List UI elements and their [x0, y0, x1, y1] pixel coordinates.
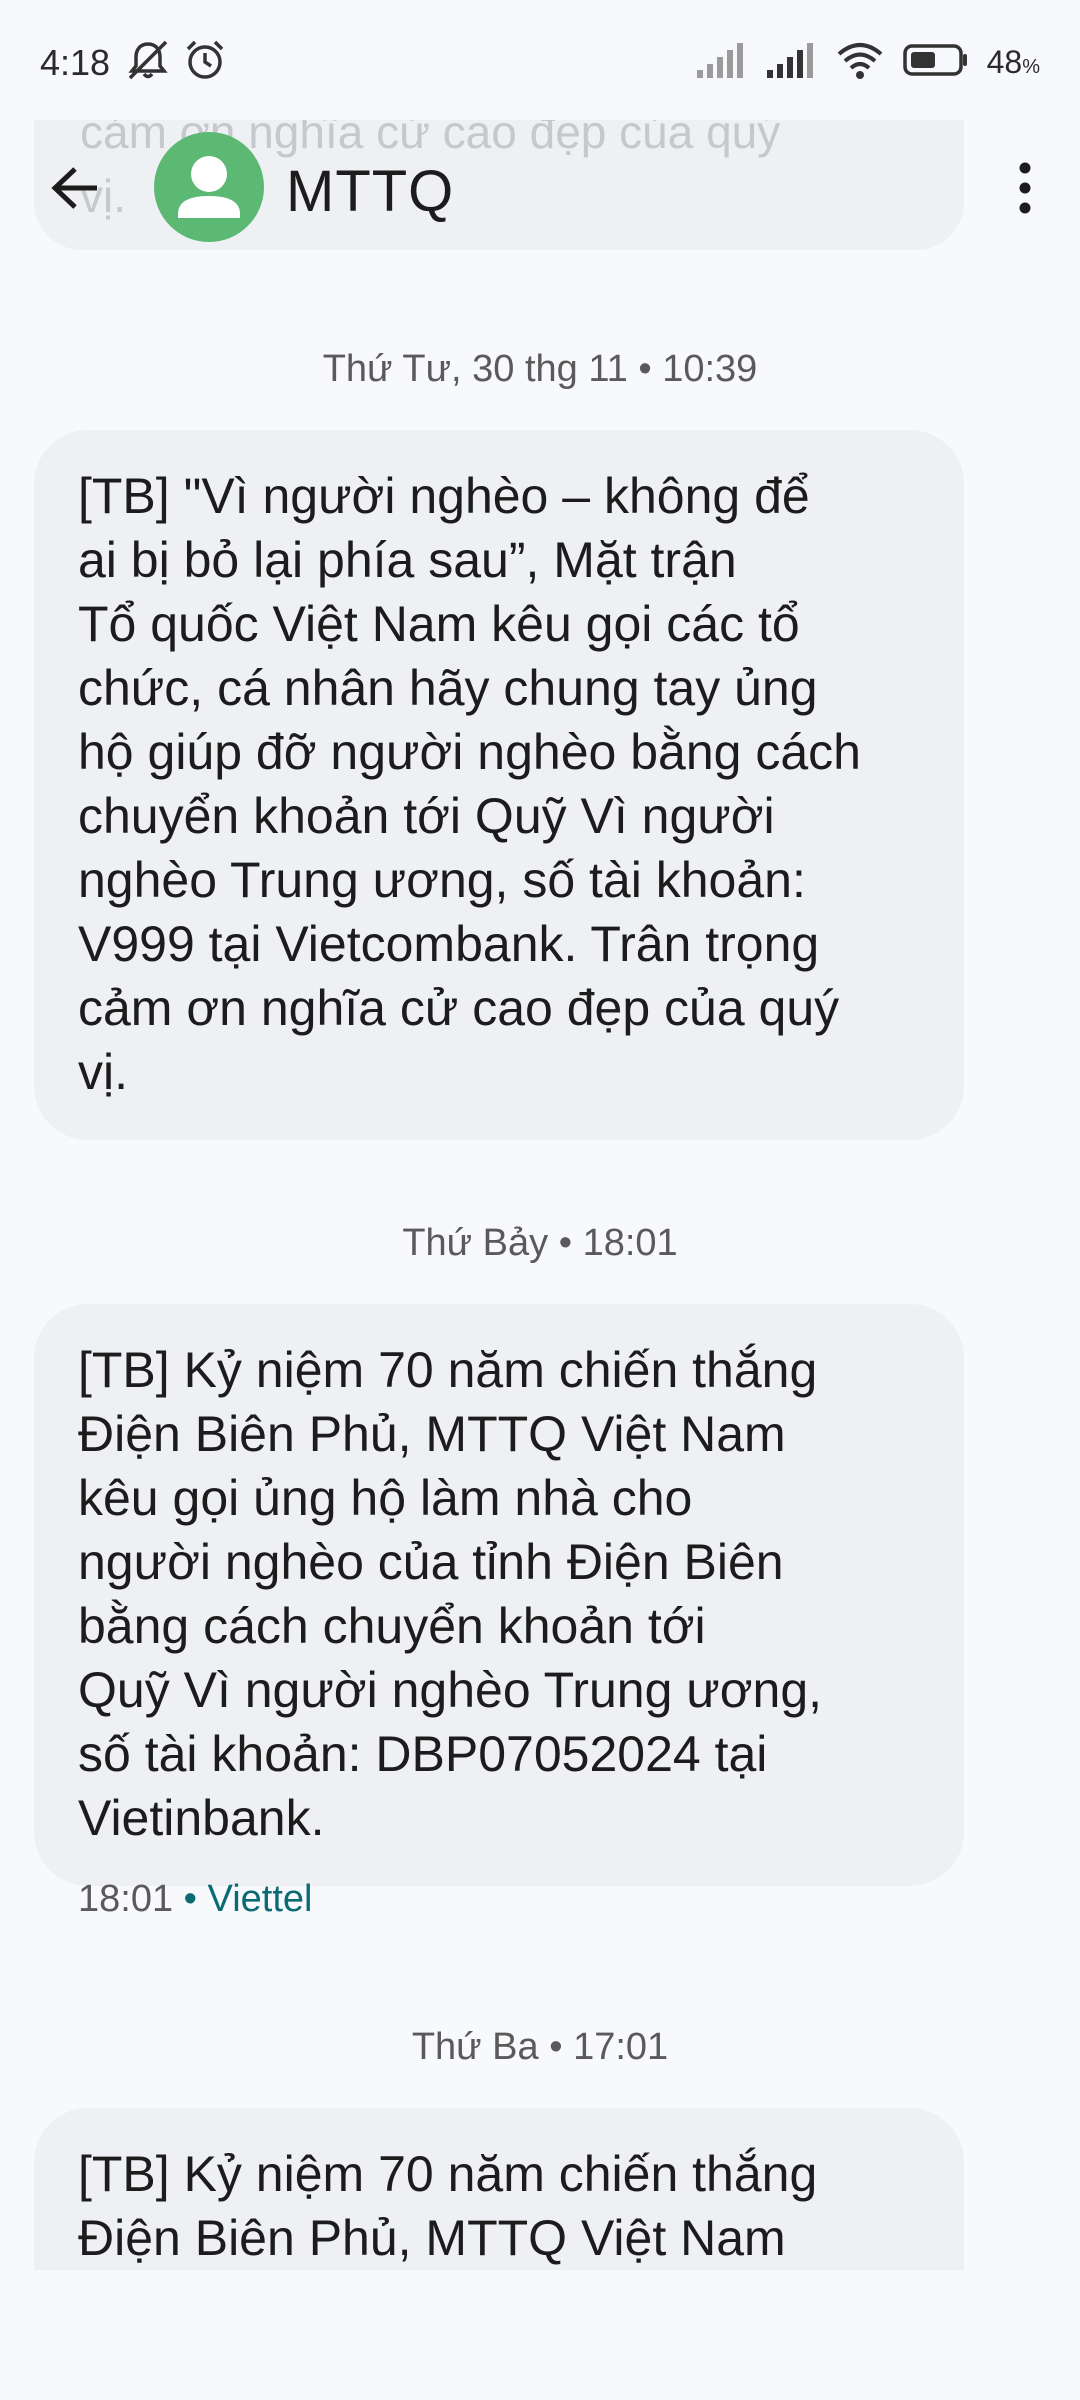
- message-bubble[interactable]: [TB] "Vì người nghèo – không để ai bị bỏ…: [34, 430, 964, 1140]
- status-bar: 4:18 48%: [0, 0, 1080, 120]
- message-list[interactable]: Thứ Tư, 30 thg 11 • 10:39 [TB] "Vì người…: [0, 300, 1080, 2270]
- message-time: 18:01: [78, 1878, 174, 1920]
- contact-name[interactable]: MTTQ: [286, 158, 454, 225]
- message-text: [TB] "Vì người nghèo – không để ai bị bỏ…: [78, 468, 861, 1100]
- avatar[interactable]: [154, 132, 264, 242]
- message-text: [TB] Kỷ niệm 70 năm chiến thắng Điện Biê…: [78, 1342, 823, 1846]
- message-carrier: Viettel: [207, 1878, 313, 1920]
- wifi-icon: [835, 40, 885, 85]
- battery-percent: 48%: [986, 43, 1040, 80]
- signal-icon: [695, 40, 747, 85]
- alarm-icon: [183, 38, 227, 87]
- notifications-muted-icon: [125, 38, 171, 87]
- message-bubble[interactable]: [TB] Kỷ niệm 70 năm chiến thắng Điện Biê…: [34, 2108, 964, 2270]
- arrow-back-icon: [49, 165, 101, 216]
- status-left-icons: [125, 40, 227, 84]
- back-button[interactable]: [40, 160, 110, 220]
- message-bubble[interactable]: [TB] Kỷ niệm 70 năm chiến thắng Điện Biê…: [34, 1304, 964, 1886]
- more-vert-icon: [1015, 158, 1035, 223]
- message-meta: 18:01 • Viettel: [78, 1878, 312, 1921]
- date-separator: Thứ Tư, 30 thg 11 • 10:39: [322, 348, 758, 390]
- message-text: [TB] Kỷ niệm 70 năm chiến thắng Điện Biê…: [78, 2146, 818, 2266]
- date-separator: Thứ Bảy • 18:01: [402, 1222, 678, 1264]
- conversation-header: MTTQ: [0, 120, 1080, 260]
- status-right-icons: 48%: [695, 40, 1040, 84]
- person-icon: [178, 156, 240, 218]
- more-options-button[interactable]: [1000, 150, 1050, 230]
- battery-icon: [902, 42, 969, 83]
- status-time: 4:18: [40, 42, 111, 83]
- signal-icon: [765, 40, 817, 85]
- message-separator: •: [183, 1878, 197, 1920]
- date-separator: Thứ Ba • 17:01: [411, 2026, 669, 2068]
- bottom-area: [0, 2310, 1080, 2400]
